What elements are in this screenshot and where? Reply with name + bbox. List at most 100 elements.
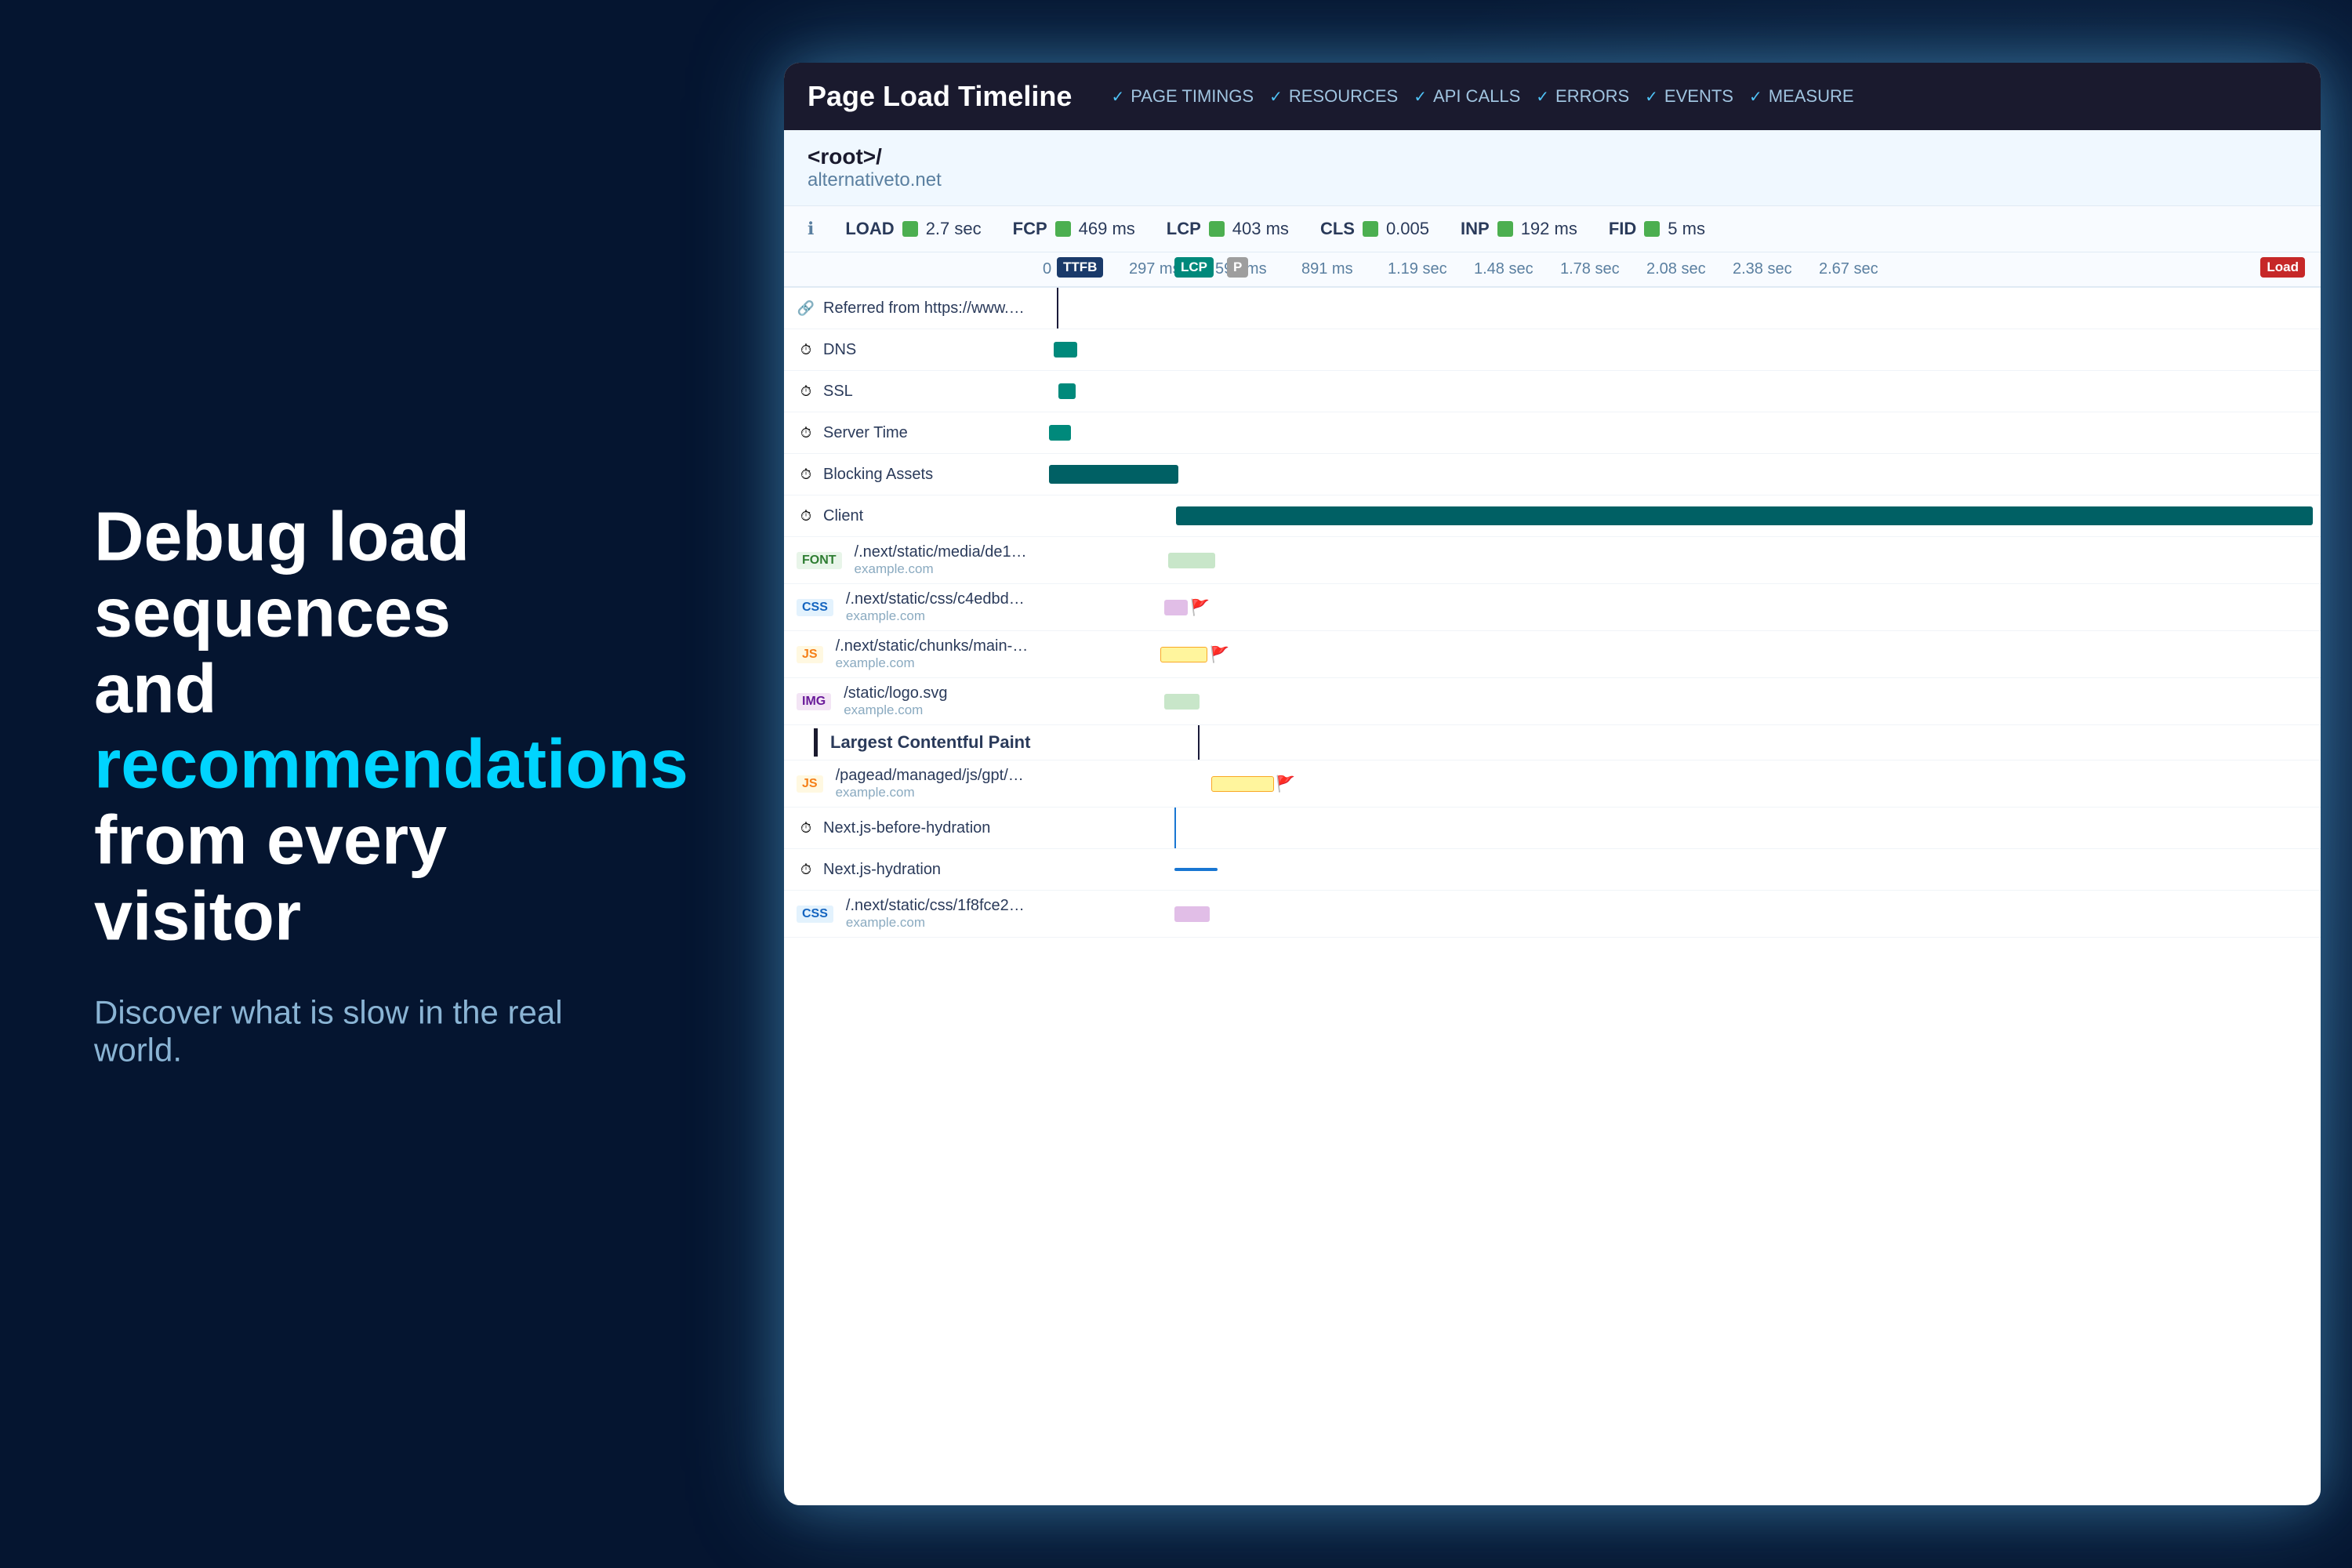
row-label-css1: CSS /.next/static/css/c4edbd1b6568f06...…	[784, 584, 1043, 630]
tag-img: IMG	[797, 693, 831, 710]
table-row[interactable]: ⏱ DNS	[784, 329, 2321, 371]
tab-resources[interactable]: ✓ RESOURCES	[1269, 86, 1398, 107]
tab-page-timings[interactable]: ✓ PAGE TIMINGS	[1111, 86, 1254, 107]
lcp-vertical-line	[1198, 725, 1200, 760]
row-text-js1-block: /.next/static/chunks/main-dcf55ea... exa…	[836, 637, 1030, 671]
bar-area-nextjs-hydration	[1043, 849, 2321, 890]
tag-font: FONT	[797, 552, 842, 569]
tab-api-calls[interactable]: ✓ API CALLS	[1414, 86, 1520, 107]
table-row[interactable]: FONT /.next/static/media/de1e177efe5... …	[784, 537, 2321, 584]
bar-area-font	[1043, 540, 2321, 581]
row-subtext-img: example.com	[844, 702, 947, 718]
timer-icon: ⏱	[797, 383, 815, 400]
table-row[interactable]: CSS /.next/static/css/1f8fce26ee94d0c...…	[784, 891, 2321, 938]
bar-area-img	[1043, 681, 2321, 722]
vertical-line	[1057, 288, 1058, 328]
timeline-title: Page Load Timeline	[808, 80, 1072, 113]
table-row[interactable]: JS /pagead/managed/js/gpt/m202312... exa…	[784, 760, 2321, 808]
flag-marker-js1: 🚩	[1210, 644, 1229, 664]
heading-line1: Debug load sequences	[94, 498, 470, 652]
tag-js: JS	[797, 646, 823, 663]
row-subtext-js1: example.com	[836, 655, 1030, 671]
row-label-blocking-assets: ⏱ Blocking Assets	[784, 459, 1043, 490]
metric-fid: FID 5 ms	[1609, 219, 1705, 239]
url-domain: alternativeto.net	[808, 169, 2297, 191]
left-panel: Debug load sequences and recommendations…	[94, 499, 643, 1069]
metric-load-dot	[902, 221, 918, 237]
table-row[interactable]: 🔗 Referred from https://www.google.com/	[784, 288, 2321, 329]
row-text-blocking-assets: Blocking Assets	[823, 466, 933, 484]
tag-css: CSS	[797, 599, 833, 616]
row-text-css2: /.next/static/css/1f8fce26ee94d0c...	[846, 897, 1030, 915]
row-subtext-font: example.com	[855, 561, 1030, 577]
table-row[interactable]: CSS /.next/static/css/c4edbd1b6568f06...…	[784, 584, 2321, 631]
metric-fcp: FCP 469 ms	[1013, 219, 1135, 239]
row-text-nextjs-hydration: Next.js-hydration	[823, 861, 941, 879]
bar-area-css1: 🚩	[1043, 587, 2321, 628]
row-text-nextjs-before: Next.js-before-hydration	[823, 819, 990, 837]
flag-marker-js2: 🚩	[1276, 774, 1295, 793]
bar-area-blocking-assets	[1043, 454, 2321, 495]
row-text-js1: /.next/static/chunks/main-dcf55ea...	[836, 637, 1030, 655]
bar-area-nextjs-before	[1043, 808, 2321, 848]
table-row[interactable]: ⏱ Client	[784, 495, 2321, 537]
bar-js1	[1160, 647, 1207, 662]
timer-icon: ⏱	[797, 425, 815, 441]
row-label-font: FONT /.next/static/media/de1e177efe5... …	[784, 537, 1043, 583]
row-text-js2-block: /pagead/managed/js/gpt/m202312... exampl…	[836, 767, 1030, 800]
row-label-dns: ⏱ DNS	[784, 335, 1043, 365]
timer-icon: ⏱	[797, 342, 815, 358]
info-icon: ℹ	[808, 219, 814, 239]
row-label-client: ⏱ Client	[784, 501, 1043, 532]
timer-icon: ⏱	[797, 466, 815, 483]
sub-text: Discover what is slow in the real world.	[94, 993, 643, 1069]
tick-891ms: 891 ms	[1301, 260, 1388, 278]
timer-icon: ⏱	[797, 820, 815, 837]
metric-cls-dot	[1363, 221, 1378, 237]
metric-fid-dot	[1644, 221, 1660, 237]
main-heading: Debug load sequences and recommendations…	[94, 499, 643, 955]
row-label-js2: JS /pagead/managed/js/gpt/m202312... exa…	[784, 760, 1043, 807]
bar-blocking-assets	[1049, 465, 1178, 484]
table-row[interactable]: ⏱ Next.js-before-hydration	[784, 808, 2321, 849]
bar-font	[1168, 553, 1215, 568]
row-text-img: /static/logo.svg	[844, 684, 947, 702]
row-label-css2: CSS /.next/static/css/1f8fce26ee94d0c...…	[784, 891, 1043, 937]
lcp-label-text: Largest Contentful Paint	[830, 732, 1030, 753]
table-row[interactable]: ⏱ Blocking Assets	[784, 454, 2321, 495]
row-label-server-time: ⏱ Server Time	[784, 418, 1043, 448]
bar-dns	[1054, 342, 1077, 358]
row-text-client: Client	[823, 507, 863, 525]
bar-css1	[1164, 600, 1188, 615]
lcp-label-row: Largest Contentful Paint	[784, 725, 2321, 760]
link-icon: 🔗	[797, 300, 815, 317]
row-label-nextjs-before: ⏱ Next.js-before-hydration	[784, 813, 1043, 844]
timer-icon: ⏱	[797, 508, 815, 524]
metric-load: LOAD 2.7 sec	[845, 219, 981, 239]
bar-area-ssl	[1043, 371, 2321, 412]
row-text-font-block: /.next/static/media/de1e177efe5... examp…	[855, 543, 1030, 577]
table-row[interactable]: IMG /static/logo.svg example.com	[784, 678, 2321, 725]
row-subtext-css1: example.com	[846, 608, 1030, 624]
metric-inp-dot	[1497, 221, 1513, 237]
row-text-dns: DNS	[823, 341, 856, 359]
bar-css2	[1174, 906, 1210, 922]
bar-area-js2: 🚩	[1043, 764, 2321, 804]
url-bar: <root>/ alternativeto.net	[784, 130, 2321, 206]
tick-267sec: 2.67 sec	[1819, 260, 1905, 278]
heading-line2: and	[94, 649, 216, 727]
row-text-font: /.next/static/media/de1e177efe5...	[855, 543, 1030, 561]
row-text-img-block: /static/logo.svg example.com	[844, 684, 947, 718]
table-row[interactable]: ⏱ Server Time	[784, 412, 2321, 454]
table-row[interactable]: JS /.next/static/chunks/main-dcf55ea... …	[784, 631, 2321, 678]
metric-fcp-dot	[1055, 221, 1071, 237]
bar-nextjs-hydration	[1174, 868, 1218, 871]
lcp-label-bar	[814, 728, 818, 757]
tick-148sec: 1.48 sec	[1474, 260, 1560, 278]
table-row[interactable]: ⏱ SSL	[784, 371, 2321, 412]
tab-errors[interactable]: ✓ ERRORS	[1536, 86, 1629, 107]
lcp-badge: LCP	[1174, 257, 1214, 278]
tab-events[interactable]: ✓ EVENTS	[1645, 86, 1733, 107]
tab-measure[interactable]: ✓ MEASURE	[1749, 86, 1854, 107]
table-row[interactable]: ⏱ Next.js-hydration	[784, 849, 2321, 891]
